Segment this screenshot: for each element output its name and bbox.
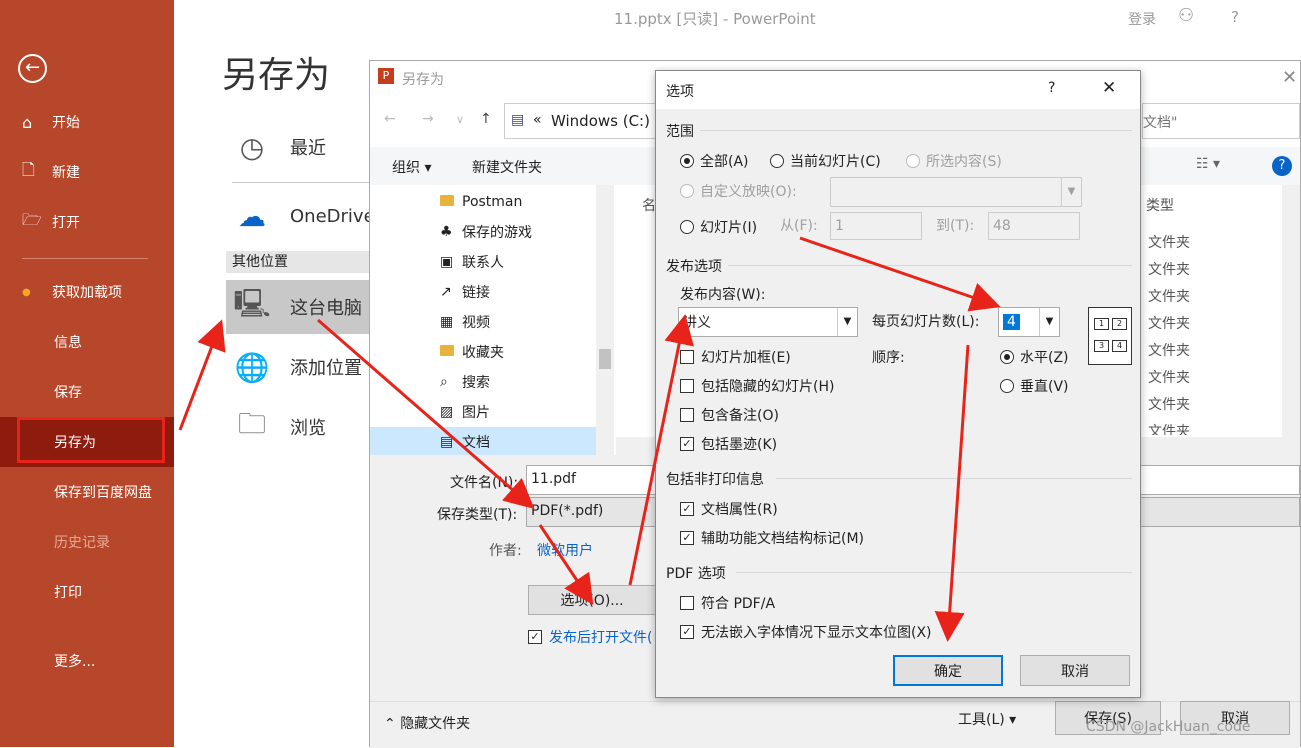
annotation-arrows <box>178 236 1001 642</box>
annotation-arrow <box>799 236 1001 312</box>
annotation-arrow <box>628 314 694 586</box>
annotation-arrow <box>538 524 594 605</box>
watermark: CSDN @JackHuan_code <box>1086 719 1251 735</box>
annotation-arrow <box>178 319 226 431</box>
annotation-arrow <box>934 344 970 642</box>
annotation-arrow <box>317 318 535 509</box>
